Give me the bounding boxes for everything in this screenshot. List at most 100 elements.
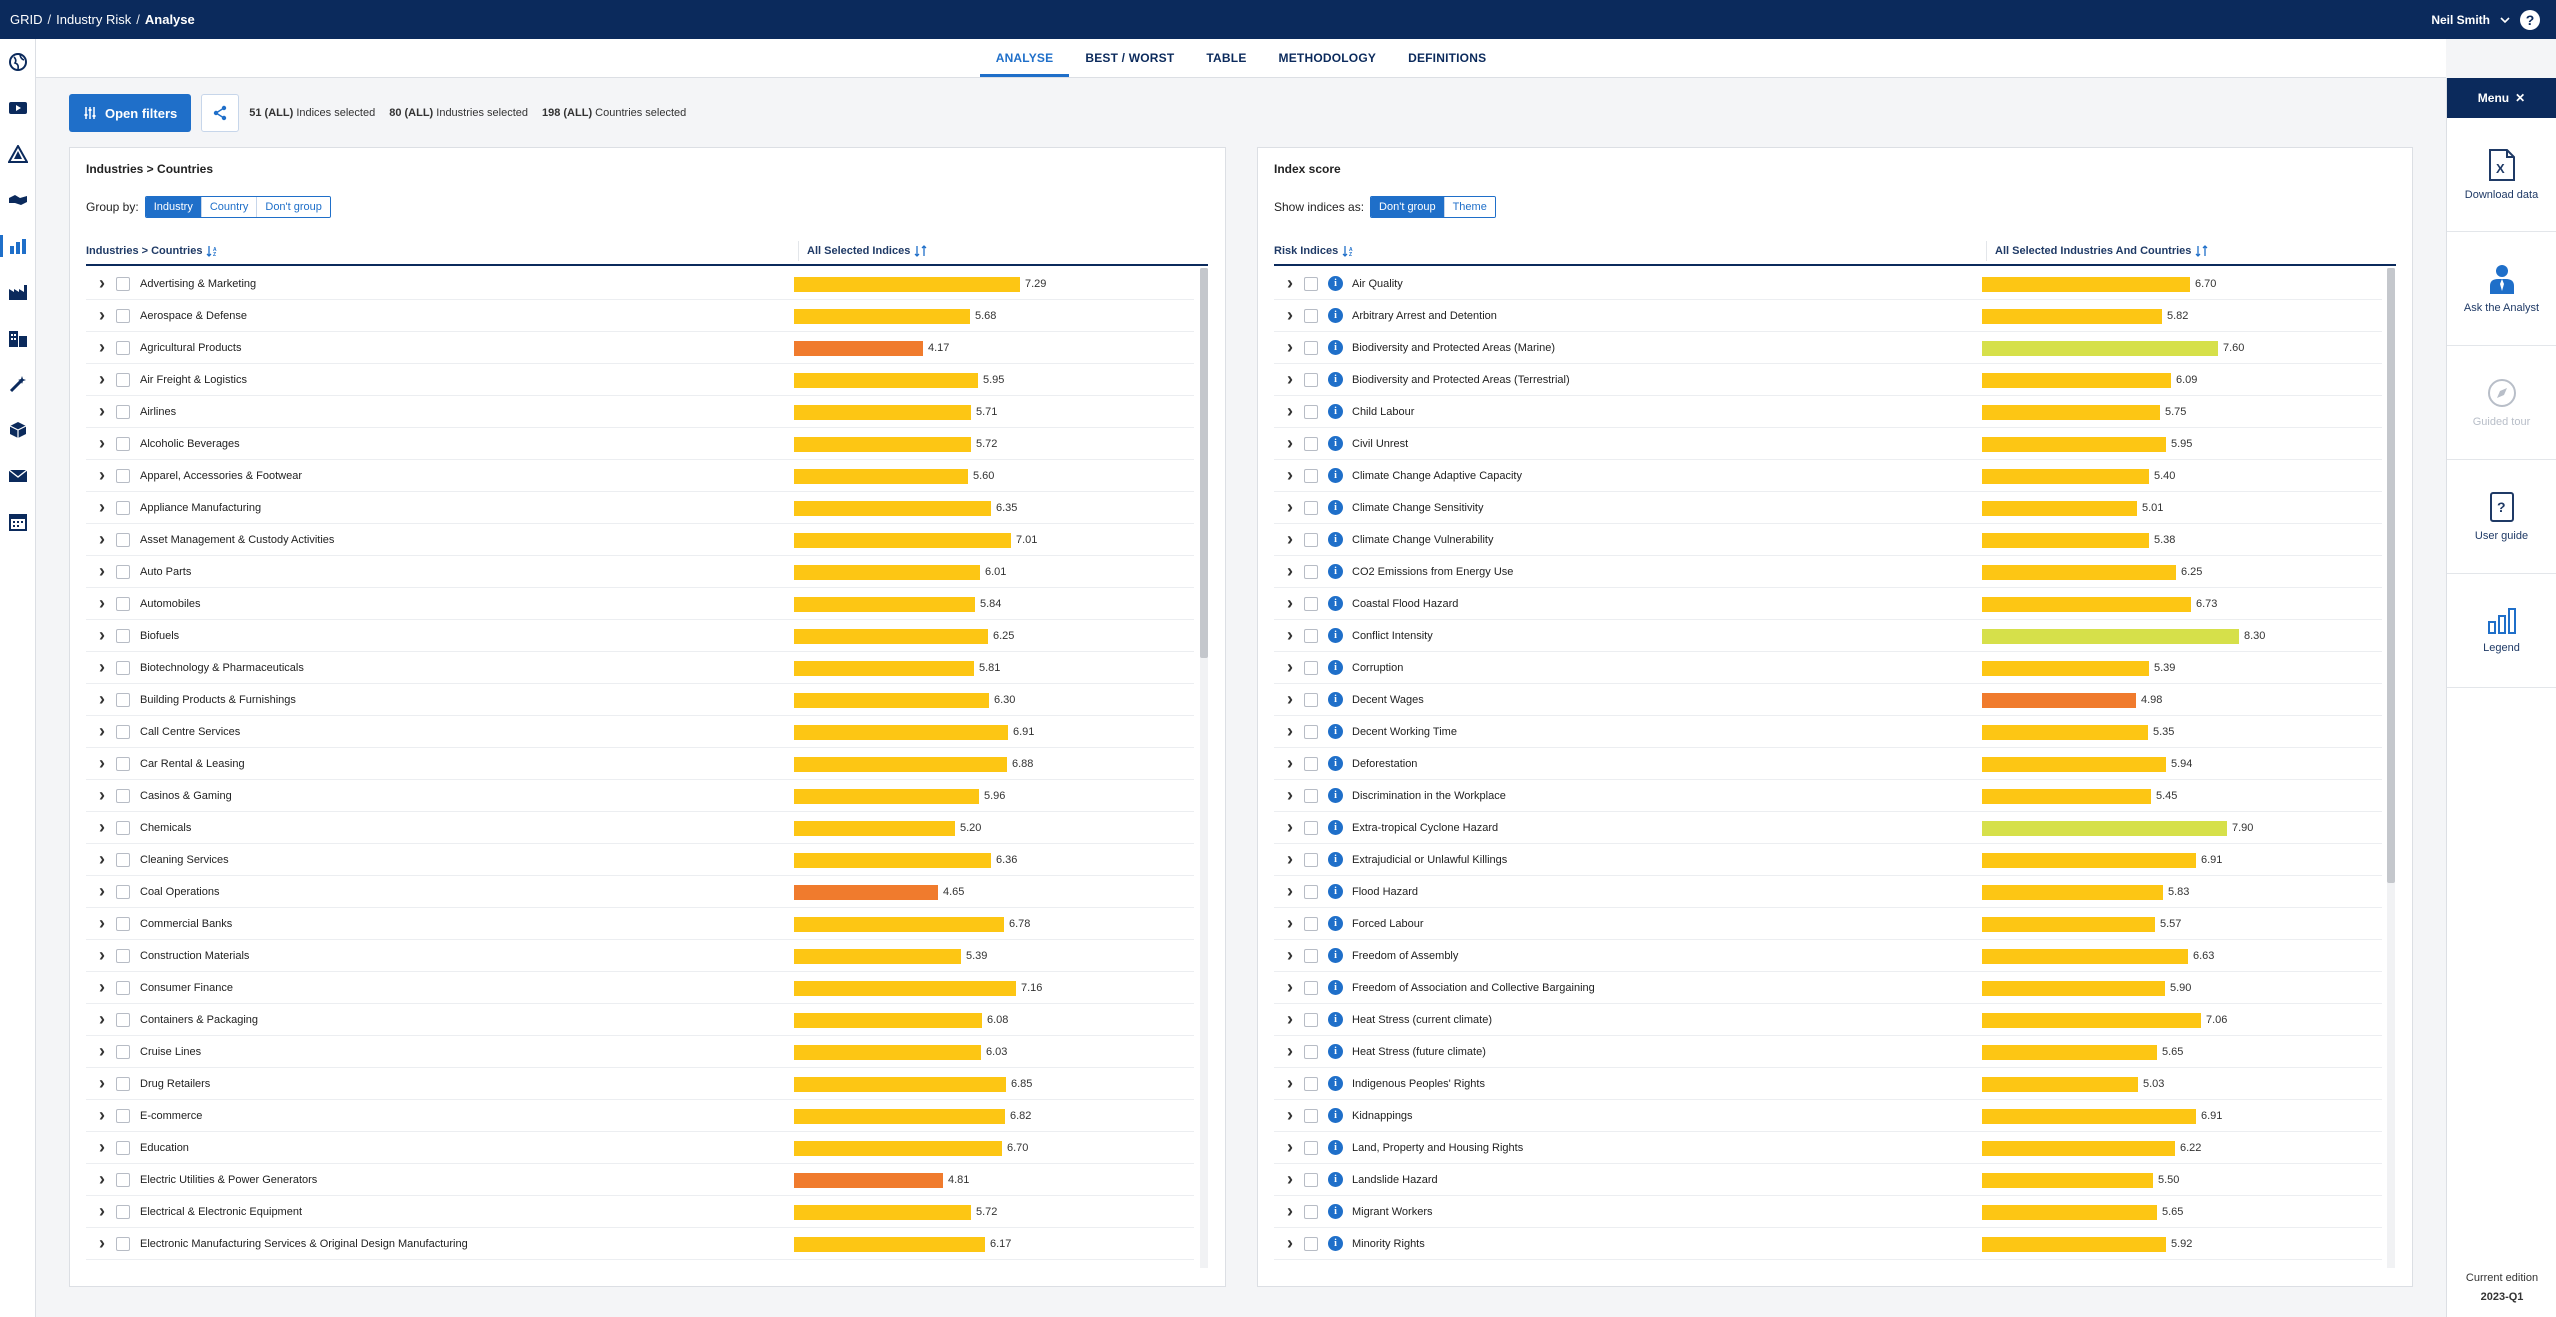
expand-chevron-icon[interactable]: › (1280, 625, 1300, 646)
sort-icon[interactable] (2195, 245, 2209, 257)
expand-chevron-icon[interactable]: › (92, 881, 112, 902)
table-row[interactable]: › i Extrajudicial or Unlawful Killings 6.91 (1274, 844, 2382, 876)
table-row[interactable]: › Cruise Lines 6.03 (86, 1036, 1194, 1068)
expand-chevron-icon[interactable]: › (1280, 913, 1300, 934)
hazard-icon[interactable] (0, 131, 36, 177)
table-row[interactable]: › Commercial Banks 6.78 (86, 908, 1194, 940)
table-row[interactable]: › Electronic Manufacturing Services & Ori… (86, 1228, 1194, 1260)
expand-chevron-icon[interactable]: › (1280, 1233, 1300, 1254)
sort-icon[interactable]: AZ (1342, 245, 1356, 257)
expand-chevron-icon[interactable]: › (1280, 1041, 1300, 1062)
expand-chevron-icon[interactable]: › (1280, 465, 1300, 486)
expand-chevron-icon[interactable]: › (92, 401, 112, 422)
table-row[interactable]: › i Heat Stress (future climate) 5.65 (1274, 1036, 2382, 1068)
table-row[interactable]: › Apparel, Accessories & Footwear 5.60 (86, 460, 1194, 492)
column-header-name[interactable]: Industries > Countries AZ (86, 245, 220, 257)
menu-toggle-button[interactable]: Menu ✕ (2447, 78, 2556, 118)
expand-chevron-icon[interactable]: › (1280, 497, 1300, 518)
row-checkbox[interactable] (1304, 980, 1318, 995)
expand-chevron-icon[interactable]: › (1280, 273, 1300, 294)
table-row[interactable]: › i Decent Wages 4.98 (1274, 684, 2382, 716)
row-checkbox[interactable] (1304, 532, 1318, 547)
expand-chevron-icon[interactable]: › (1280, 1201, 1300, 1222)
row-checkbox[interactable] (1304, 692, 1318, 707)
info-icon[interactable]: i (1328, 1236, 1343, 1251)
row-checkbox[interactable] (1304, 788, 1318, 803)
tab-best-worst[interactable]: BEST / WORST (1069, 39, 1190, 77)
info-icon[interactable]: i (1328, 884, 1343, 899)
expand-chevron-icon[interactable]: › (92, 465, 112, 486)
row-checkbox[interactable] (116, 1044, 130, 1059)
row-checkbox[interactable] (1304, 596, 1318, 611)
expand-chevron-icon[interactable]: › (1280, 657, 1300, 678)
user-guide-button[interactable]: ? User guide (2447, 460, 2556, 574)
table-row[interactable]: › Call Centre Services 6.91 (86, 716, 1194, 748)
row-checkbox[interactable] (1304, 436, 1318, 451)
row-checkbox[interactable] (116, 660, 130, 675)
table-row[interactable]: › i Land, Property and Housing Rights 6.22 (1274, 1132, 2382, 1164)
info-icon[interactable]: i (1328, 852, 1343, 867)
sort-icon[interactable] (914, 245, 928, 257)
table-row[interactable]: › Building Products & Furnishings 6.30 (86, 684, 1194, 716)
mail-icon[interactable] (0, 453, 36, 499)
table-row[interactable]: › Automobiles 5.84 (86, 588, 1194, 620)
table-row[interactable]: › Car Rental & Leasing 6.88 (86, 748, 1194, 780)
row-checkbox[interactable] (1304, 884, 1318, 899)
table-row[interactable]: › Coal Operations 4.65 (86, 876, 1194, 908)
table-row[interactable]: › i Decent Working Time 5.35 (1274, 716, 2382, 748)
table-row[interactable]: › Electrical & Electronic Equipment 5.72 (86, 1196, 1194, 1228)
info-icon[interactable]: i (1328, 820, 1343, 835)
info-icon[interactable]: i (1328, 948, 1343, 963)
info-icon[interactable]: i (1328, 500, 1343, 515)
scrollbar-thumb[interactable] (1200, 268, 1208, 658)
info-icon[interactable]: i (1328, 1140, 1343, 1155)
table-row[interactable]: › i Migrant Workers 5.65 (1274, 1196, 2382, 1228)
expand-chevron-icon[interactable]: › (1280, 817, 1300, 838)
table-row[interactable]: › Biotechnology & Pharmaceuticals 5.81 (86, 652, 1194, 684)
row-checkbox[interactable] (116, 724, 130, 739)
expand-chevron-icon[interactable]: › (92, 305, 112, 326)
expand-chevron-icon[interactable]: › (1280, 401, 1300, 422)
row-checkbox[interactable] (1304, 1236, 1318, 1251)
expand-chevron-icon[interactable]: › (1280, 369, 1300, 390)
info-icon[interactable]: i (1328, 1204, 1343, 1219)
expand-chevron-icon[interactable]: › (92, 529, 112, 550)
expand-chevron-icon[interactable]: › (1280, 785, 1300, 806)
row-checkbox[interactable] (116, 564, 130, 579)
row-checkbox[interactable] (1304, 1108, 1318, 1123)
group-industry-option[interactable]: Industry (145, 197, 202, 217)
info-icon[interactable]: i (1328, 308, 1343, 323)
row-checkbox[interactable] (116, 340, 130, 355)
table-row[interactable]: › i Kidnappings 6.91 (1274, 1100, 2382, 1132)
table-row[interactable]: › i Discrimination in the Workplace 5.45 (1274, 780, 2382, 812)
table-row[interactable]: › i CO2 Emissions from Energy Use 6.25 (1274, 556, 2382, 588)
expand-chevron-icon[interactable]: › (1280, 433, 1300, 454)
sort-icon[interactable]: AZ (206, 245, 220, 257)
table-row[interactable]: › i Extra-tropical Cyclone Hazard 7.90 (1274, 812, 2382, 844)
legend-button[interactable]: Legend (2447, 574, 2556, 688)
table-row[interactable]: › Electric Utilities & Power Generators 4.… (86, 1164, 1194, 1196)
table-row[interactable]: › i Corruption 5.39 (1274, 652, 2382, 684)
table-row[interactable]: › Chemicals 5.20 (86, 812, 1194, 844)
expand-chevron-icon[interactable]: › (1280, 1169, 1300, 1190)
table-row[interactable]: › i Freedom of Assembly 6.63 (1274, 940, 2382, 972)
row-checkbox[interactable] (1304, 308, 1318, 323)
info-icon[interactable]: i (1328, 276, 1343, 291)
table-row[interactable]: › i Civil Unrest 5.95 (1274, 428, 2382, 460)
scrollbar[interactable] (1200, 268, 1208, 1268)
expand-chevron-icon[interactable]: › (1280, 1073, 1300, 1094)
table-row[interactable]: › i Indigenous Peoples' Rights 5.03 (1274, 1068, 2382, 1100)
row-checkbox[interactable] (116, 692, 130, 707)
buildings-icon[interactable] (0, 315, 36, 361)
expand-chevron-icon[interactable]: › (92, 1041, 112, 1062)
expand-chevron-icon[interactable]: › (92, 817, 112, 838)
magic-wand-icon[interactable] (0, 361, 36, 407)
table-row[interactable]: › Construction Materials 5.39 (86, 940, 1194, 972)
group-country-option[interactable]: Country (201, 197, 258, 217)
table-row[interactable]: › Consumer Finance 7.16 (86, 972, 1194, 1004)
expand-chevron-icon[interactable]: › (1280, 593, 1300, 614)
tab-analyse[interactable]: ANALYSE (979, 39, 1070, 77)
row-checkbox[interactable] (116, 884, 130, 899)
row-checkbox[interactable] (116, 1108, 130, 1123)
expand-chevron-icon[interactable]: › (92, 593, 112, 614)
